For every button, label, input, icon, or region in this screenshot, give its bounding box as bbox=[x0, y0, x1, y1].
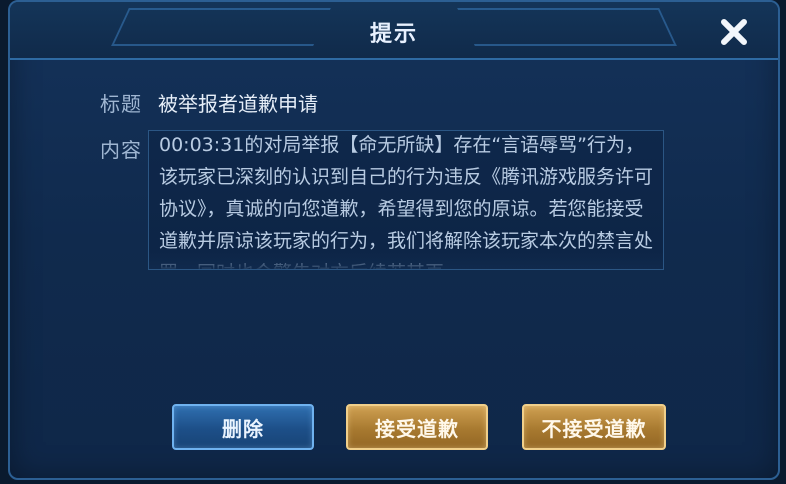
dialog-header: 提示 bbox=[10, 2, 778, 60]
content-text: 00:03:31的对局举报【命无所缺】存在“言语辱骂”行为，该玩家已深刻的认识到… bbox=[159, 134, 654, 269]
title-value: 被举报者道歉申请 bbox=[158, 92, 318, 116]
accept-apology-button[interactable]: 接受道歉 bbox=[346, 404, 488, 450]
content-label: 内容 bbox=[100, 138, 142, 162]
close-button[interactable] bbox=[712, 12, 756, 52]
reject-apology-button[interactable]: 不接受道歉 bbox=[522, 404, 666, 450]
delete-button[interactable]: 删除 bbox=[172, 404, 314, 450]
title-label: 标题 bbox=[100, 92, 142, 116]
close-icon bbox=[721, 19, 747, 45]
content-fade bbox=[149, 251, 663, 269]
dialog-title: 提示 bbox=[369, 22, 418, 47]
content-box[interactable]: 00:03:31的对局举报【命无所缺】存在“言语辱骂”行为，该玩家已深刻的认识到… bbox=[148, 130, 664, 270]
